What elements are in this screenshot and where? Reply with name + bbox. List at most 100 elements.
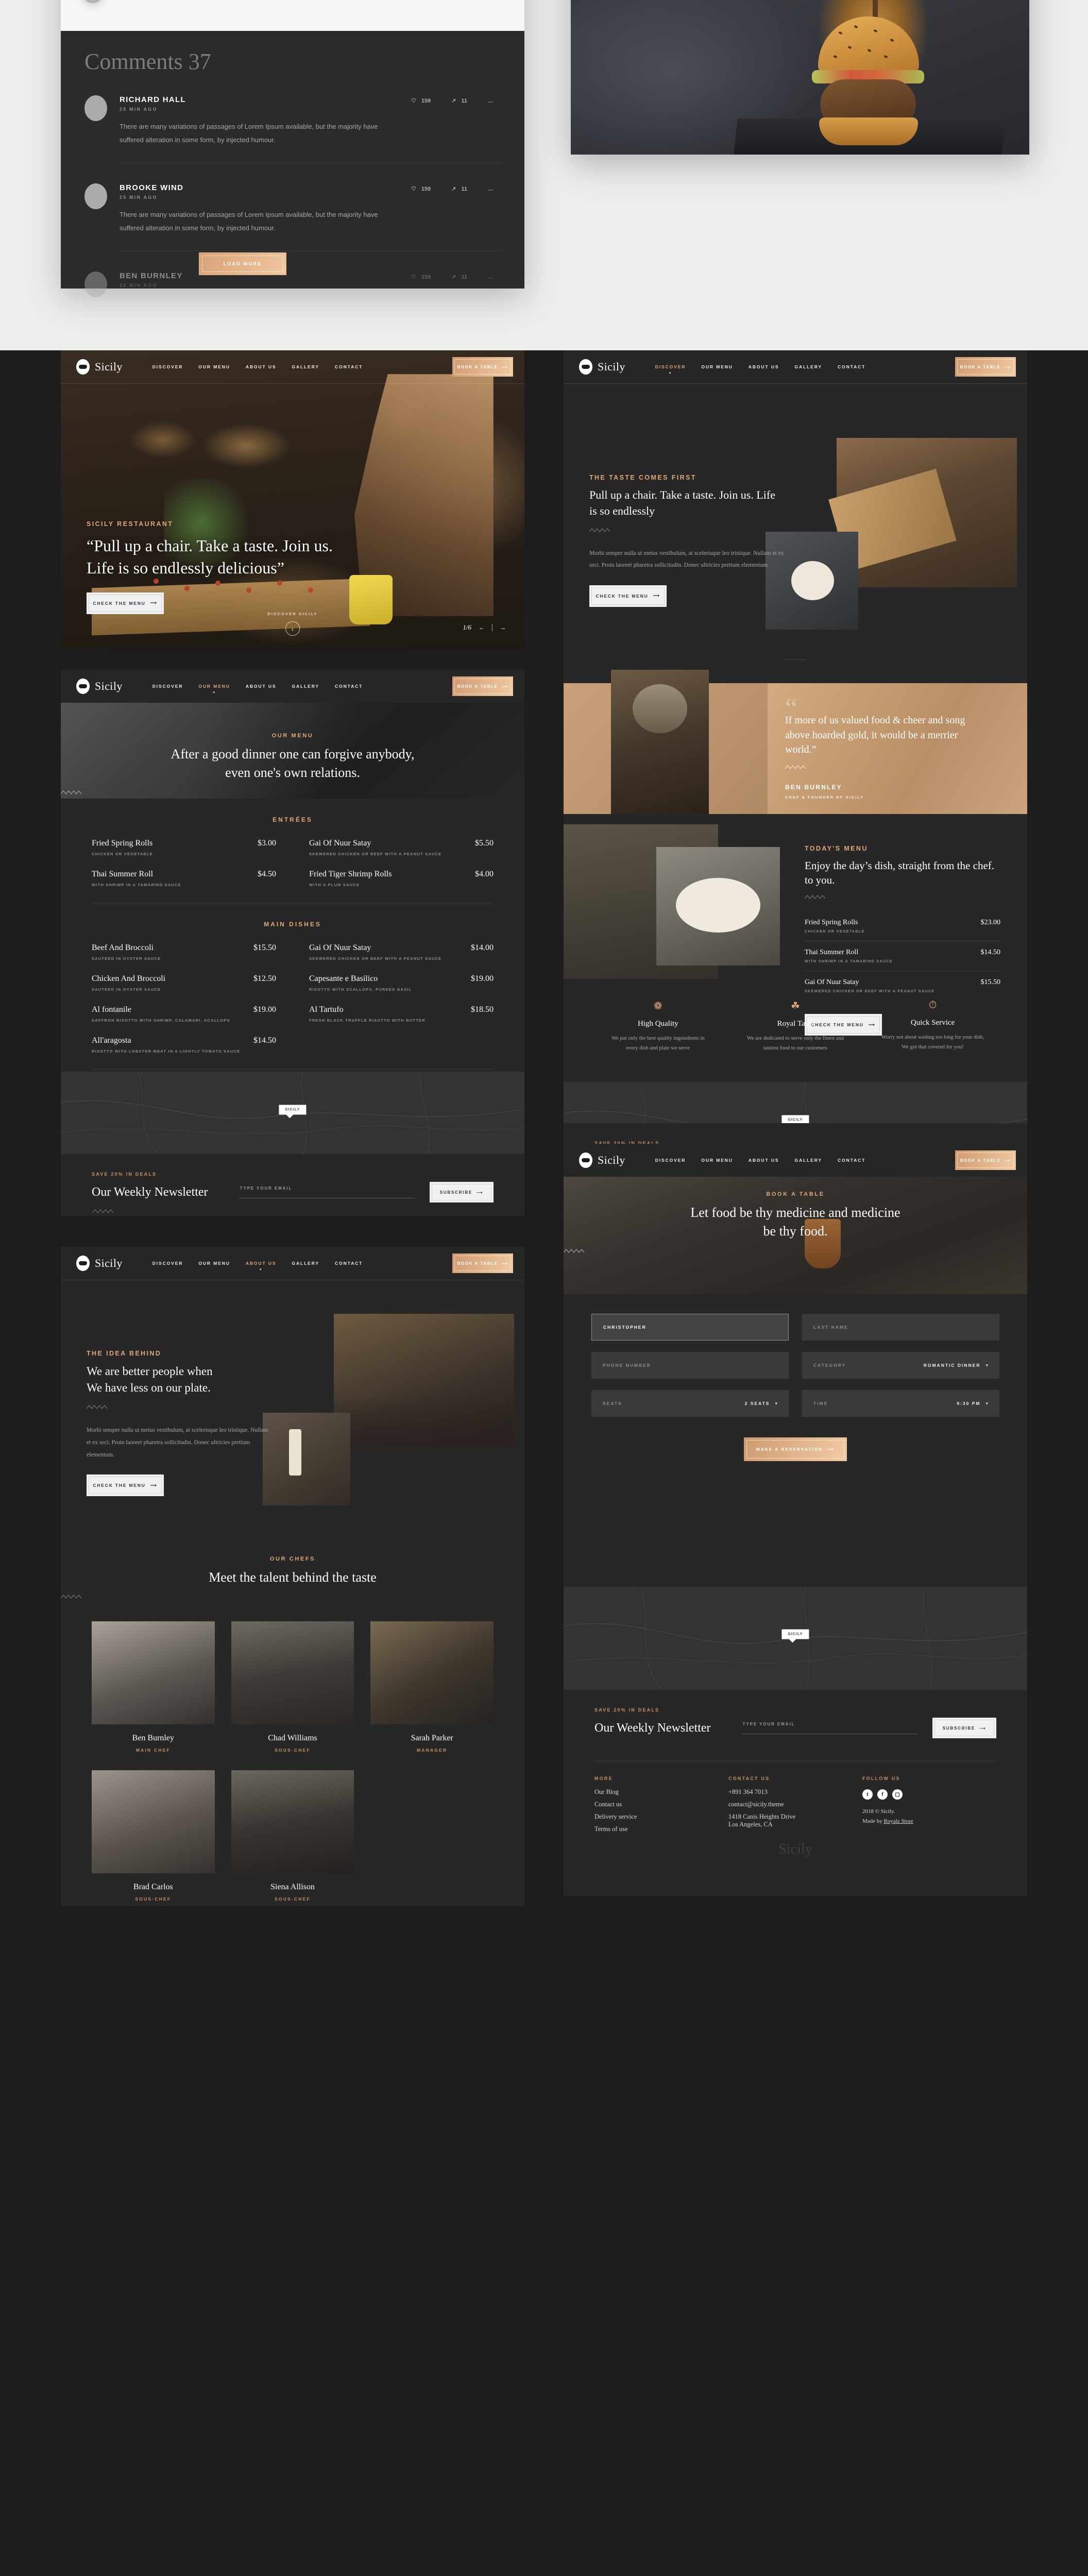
menu-item[interactable]: Al fontanile $19.00 SAFFRON RISOTTO WITH … bbox=[92, 1005, 276, 1023]
map-block[interactable]: SICILY bbox=[61, 1072, 524, 1154]
logo[interactable]: Sicily bbox=[76, 1256, 123, 1271]
comment-like[interactable]: ♡ 159 bbox=[411, 185, 431, 193]
map-pin[interactable]: SICILY bbox=[781, 1629, 809, 1643]
menu-item[interactable]: Fried Tiger Shrimp Rolls $4.00 WITH A PLU… bbox=[309, 870, 494, 887]
footer-link[interactable]: Terms of use bbox=[594, 1825, 728, 1833]
map-block[interactable]: SICILY bbox=[564, 1587, 1027, 1690]
nav-item-about-us[interactable]: ABOUT US bbox=[246, 1261, 277, 1266]
nav-item-contact[interactable]: CONTACT bbox=[838, 1158, 865, 1163]
menu-item[interactable]: Gai Of Nuur Satay $5.50 SKEWERED CHICKEN … bbox=[309, 839, 494, 856]
nav-item-gallery[interactable]: GALLERY bbox=[292, 364, 319, 369]
nav-item-our-menu[interactable]: OUR MENU bbox=[701, 364, 733, 369]
book-a-table-button[interactable]: BOOK A TABLE ⟶ bbox=[452, 676, 513, 696]
comment-share[interactable]: ↗ 11 bbox=[451, 274, 467, 281]
book-a-table-button[interactable]: BOOK A TABLE ⟶ bbox=[955, 357, 1016, 377]
item-desc: SKEWERED CHICKEN OR BEEF WITH A PEANUT S… bbox=[309, 956, 442, 961]
comment-share[interactable]: ↗ 11 bbox=[451, 185, 467, 193]
book-a-table-button[interactable]: BOOK A TABLE ⟶ bbox=[452, 357, 513, 377]
nav-item-discover[interactable]: DISCOVER bbox=[152, 364, 183, 369]
menu-item[interactable]: Chicken And Broccoli $12.50 SAUTEED IN OY… bbox=[92, 974, 276, 992]
nav-item-our-menu[interactable]: OUR MENU bbox=[701, 1158, 733, 1163]
email-input[interactable]: TYPE YOUR EMAIL bbox=[239, 1186, 415, 1198]
phone-number-input[interactable]: PHONE NUMBER bbox=[591, 1352, 789, 1379]
menu-item[interactable]: Fried Spring Rolls $3.00 CHICKEN OR VEGET… bbox=[92, 839, 276, 856]
comment-more-icon[interactable]: … bbox=[488, 274, 494, 280]
nav-item-about-us[interactable]: ABOUT US bbox=[749, 364, 779, 369]
nav-item-gallery[interactable]: GALLERY bbox=[292, 1261, 319, 1266]
nav-item-contact[interactable]: CONTACT bbox=[335, 1261, 363, 1266]
check-the-menu-button[interactable]: CHECK THE MENU ⟶ bbox=[589, 585, 667, 607]
menu-item[interactable]: Al Tartufo $18.50 FRESH BLACK TRUFFLE RIS… bbox=[309, 1005, 494, 1023]
logo[interactable]: Sicily bbox=[579, 1153, 625, 1168]
nav-item-discover[interactable]: DISCOVER bbox=[152, 1261, 183, 1266]
nav-item-gallery[interactable]: GALLERY bbox=[794, 1158, 822, 1163]
nav-item-discover[interactable]: DISCOVER bbox=[655, 1158, 686, 1163]
seats-select[interactable]: SEATS 2 SEATS ▾ bbox=[591, 1390, 789, 1417]
chef-card[interactable]: Chad Williams SOUS·CHEF bbox=[231, 1621, 354, 1753]
nav-item-contact[interactable]: CONTACT bbox=[838, 364, 865, 369]
site-nav: Sicily DISCOVER OUR MENU ABOUT US GALLER… bbox=[61, 670, 524, 703]
comment-like[interactable]: ♡ 159 bbox=[411, 97, 431, 105]
book-a-table-button[interactable]: BOOK A TABLE ⟶ bbox=[955, 1150, 1016, 1170]
menu-item[interactable]: Gai Of Nuur Satay $14.00 SKEWERED CHICKEN… bbox=[309, 943, 494, 961]
twitter-icon[interactable]: t bbox=[862, 1789, 873, 1800]
nav-item-discover[interactable]: DISCOVER bbox=[152, 684, 183, 689]
comment-more-icon[interactable]: … bbox=[488, 186, 494, 192]
map-block[interactable]: SICILY bbox=[564, 1082, 1027, 1123]
article-author[interactable]: BRYANNA ECBERT 23 ARTICLES bbox=[81, 0, 195, 3]
chef-card[interactable]: Brad Carlos SOUS·CHEF bbox=[92, 1770, 215, 1902]
todays-menu-item[interactable]: Gai Of Nuur Satay $15.50 SKEWERED CHICKEN… bbox=[805, 971, 1000, 1001]
nav-item-contact[interactable]: CONTACT bbox=[335, 684, 363, 689]
slider-next-icon[interactable]: → bbox=[500, 624, 506, 631]
book-a-table-button[interactable]: BOOK A TABLE ⟶ bbox=[452, 1253, 513, 1273]
nav-item-gallery[interactable]: GALLERY bbox=[794, 364, 822, 369]
footer-link[interactable]: Contact us bbox=[594, 1801, 728, 1808]
slider-prev-icon[interactable]: ← bbox=[479, 624, 485, 631]
comment-like[interactable]: ♡ 159 bbox=[411, 274, 431, 281]
madeby-link[interactable]: Royalz Store bbox=[883, 1818, 913, 1824]
last-name-input[interactable]: LAST NAME bbox=[802, 1314, 999, 1341]
menu-item[interactable]: All'aragosta $14.50 RISOTTO WITH LOBSTER … bbox=[92, 1036, 276, 1054]
category-select[interactable]: CATEGORY ROMANTIC DINNER ▾ bbox=[802, 1352, 999, 1379]
logo[interactable]: Sicily bbox=[579, 359, 625, 375]
nav-item-about-us[interactable]: ABOUT US bbox=[749, 1158, 779, 1163]
facebook-icon[interactable]: f bbox=[877, 1789, 888, 1800]
menu-item[interactable]: Capesante e Basilico $19.00 RISOTTO WITH … bbox=[309, 974, 494, 992]
chef-card[interactable]: Siena Allison SOUS·CHEF bbox=[231, 1770, 354, 1902]
instagram-icon[interactable]: ▢ bbox=[892, 1789, 903, 1800]
load-more-button[interactable]: LOAD MORE bbox=[199, 252, 286, 275]
footer-link[interactable]: Our Blog bbox=[594, 1788, 728, 1796]
chef-card[interactable]: Sarah Parker MANAGER bbox=[370, 1621, 494, 1753]
nav-item-discover[interactable]: DISCOVER bbox=[655, 364, 686, 369]
scroll-down-indicator[interactable]: DISCOVER SICILY ↓ bbox=[267, 612, 318, 636]
first-name-input[interactable]: CHRISTOPHER bbox=[591, 1314, 789, 1341]
contact-phone[interactable]: +891 364 7013 bbox=[728, 1788, 862, 1796]
check-the-menu-button[interactable]: CHECK THE MENU ⟶ bbox=[87, 592, 164, 614]
nav-item-our-menu[interactable]: OUR MENU bbox=[198, 684, 230, 689]
comment-more-icon[interactable]: … bbox=[488, 98, 494, 104]
menu-item[interactable]: Thai Summer Roll $4.50 WITH SHRIMP IN A T… bbox=[92, 870, 276, 887]
chef-card[interactable]: Ben Burnley MAIN CHEF bbox=[92, 1621, 215, 1753]
nav-item-about-us[interactable]: ABOUT US bbox=[246, 684, 277, 689]
todays-menu-item[interactable]: Fried Spring Rolls $23.00 CHICKEN OR VEGE… bbox=[805, 911, 1000, 942]
logo[interactable]: Sicily bbox=[76, 679, 123, 694]
nav-item-our-menu[interactable]: OUR MENU bbox=[198, 1261, 230, 1266]
subscribe-button[interactable]: SUBSCRIBE ⟶ bbox=[932, 1718, 996, 1738]
map-pin[interactable]: SICILY bbox=[781, 1115, 809, 1123]
nav-item-contact[interactable]: CONTACT bbox=[335, 364, 363, 369]
todays-menu-item[interactable]: Thai Summer Roll $14.50 WITH SHRIMP IN A … bbox=[805, 941, 1000, 972]
email-input[interactable]: TYPE YOUR EMAIL bbox=[741, 1722, 918, 1734]
logo[interactable]: Sicily bbox=[76, 359, 123, 375]
contact-email[interactable]: contact@sicily.theme bbox=[728, 1801, 862, 1808]
time-select[interactable]: TIME 9:30 PM ▾ bbox=[802, 1390, 999, 1417]
menu-item[interactable]: Beef And Broccoli $15.50 SAUTEED IN OYSTE… bbox=[92, 943, 276, 961]
nav-item-about-us[interactable]: ABOUT US bbox=[246, 364, 277, 369]
footer-link[interactable]: Delivery service bbox=[594, 1813, 728, 1821]
nav-item-our-menu[interactable]: OUR MENU bbox=[198, 364, 230, 369]
check-the-menu-button[interactable]: CHECK THE MENU ⟶ bbox=[87, 1475, 164, 1497]
make-a-reservation-button[interactable]: MAKE A RESERVATION ⟶ bbox=[744, 1437, 847, 1461]
comment-share[interactable]: ↗ 11 bbox=[451, 97, 467, 105]
nav-item-gallery[interactable]: GALLERY bbox=[292, 684, 319, 689]
map-pin[interactable]: SICILY bbox=[279, 1105, 307, 1118]
subscribe-button[interactable]: SUBSCRIBE ⟶ bbox=[430, 1182, 494, 1202]
